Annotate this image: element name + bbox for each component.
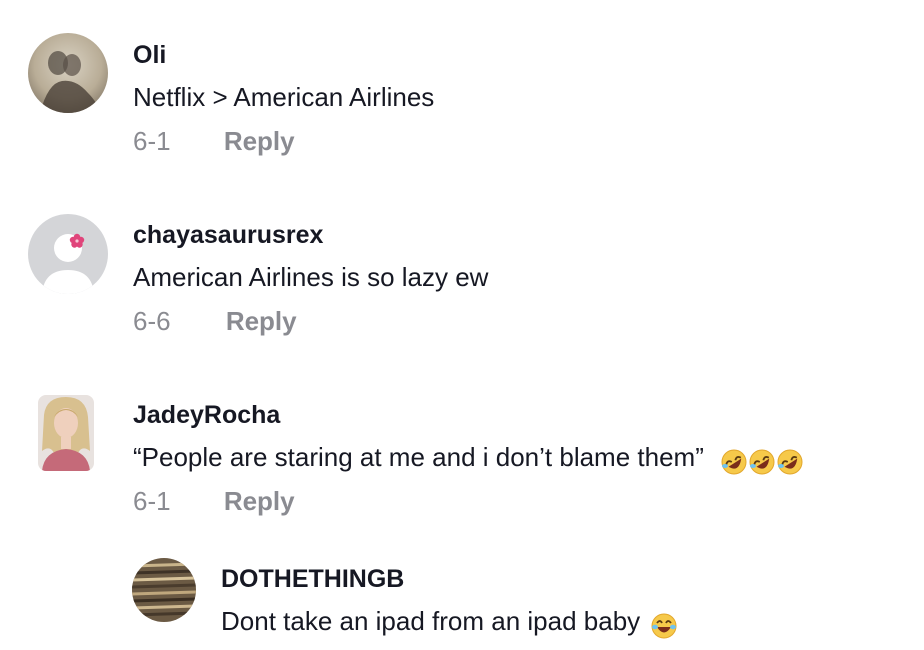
rolling-on-floor-laughing-icon — [720, 444, 804, 476]
comment-meta: 6-6 Reply — [133, 305, 297, 337]
comment-text-content: “People are staring at me and i don’t bl… — [133, 442, 704, 472]
username[interactable]: DOTHETHINGB — [221, 564, 404, 594]
comment-text: “People are staring at me and i don’t bl… — [133, 441, 804, 476]
comment-text: American Airlines is so lazy ew — [133, 262, 489, 292]
comment-meta: 6-1 Reply — [133, 125, 295, 157]
avatar[interactable] — [38, 395, 94, 471]
comment-date: 6-1 — [133, 486, 171, 516]
reply-button[interactable]: Reply — [224, 485, 295, 517]
face-with-tears-of-joy-icon — [650, 608, 678, 640]
reply-button[interactable]: Reply — [226, 305, 297, 337]
comment-date: 6-1 — [133, 126, 171, 156]
username[interactable]: JadeyRocha — [133, 400, 280, 430]
reply-button[interactable]: Reply — [224, 125, 295, 157]
comment-date: 6-6 — [133, 306, 171, 336]
comment-item: JadeyRocha “People are staring at me and… — [0, 360, 924, 540]
avatar[interactable] — [132, 558, 196, 622]
comment-item: chayasaurusrex American Airlines is so l… — [0, 180, 924, 360]
comment-text: Dont take an ipad from an ipad baby — [221, 605, 678, 640]
username[interactable]: Oli — [133, 40, 166, 70]
reply-item: DOTHETHINGB Dont take an ipad from an ip… — [0, 540, 924, 650]
comment-text: Netflix > American Airlines — [133, 82, 435, 112]
comment-item: Oli Netflix > American Airlines 6-1 Repl… — [0, 0, 924, 180]
avatar[interactable] — [28, 33, 108, 113]
comment-meta: 6-1 Reply — [133, 485, 295, 517]
comment-text-content: Dont take an ipad from an ipad baby — [221, 606, 641, 636]
avatar[interactable] — [28, 214, 108, 294]
username[interactable]: chayasaurusrex — [133, 220, 323, 250]
